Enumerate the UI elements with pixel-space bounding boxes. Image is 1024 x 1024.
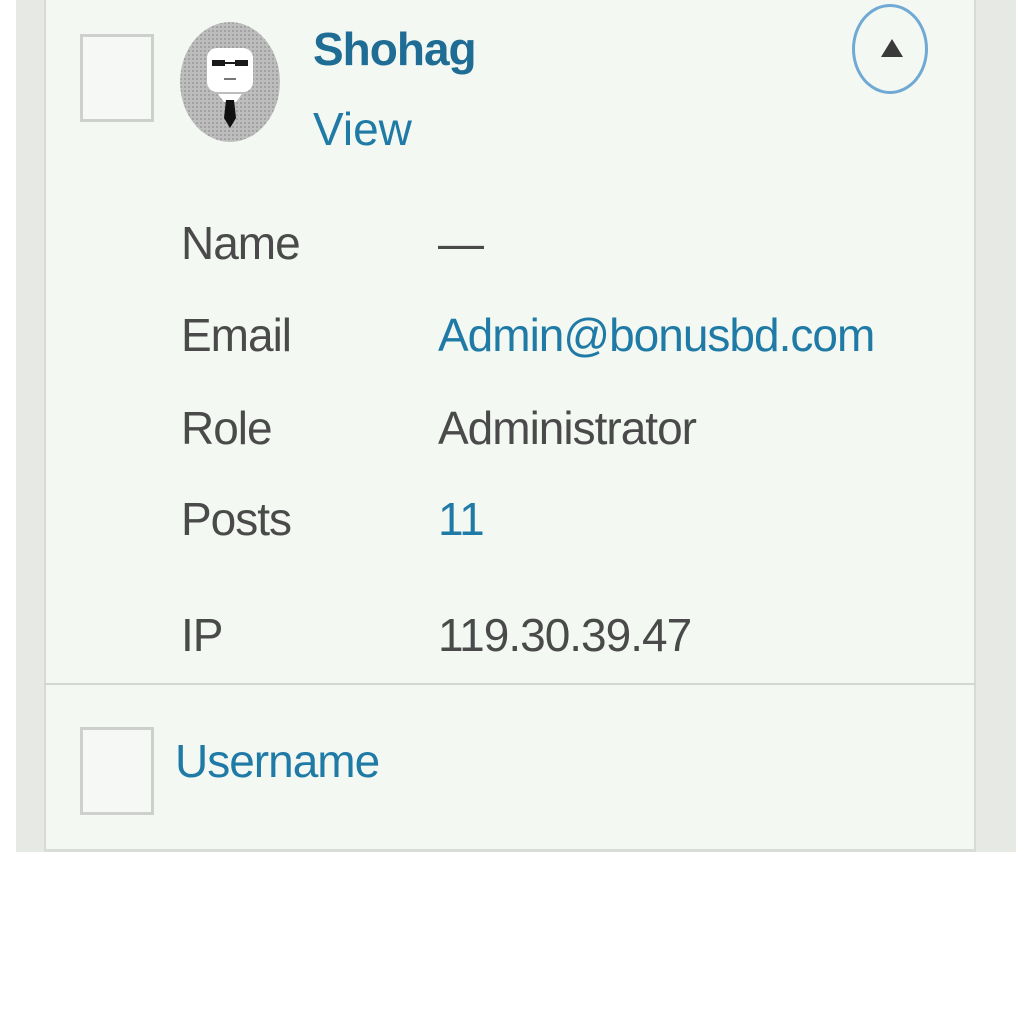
detail-value-posts[interactable]: 11 — [438, 492, 485, 546]
detail-value-role: Administrator — [438, 402, 697, 454]
username-link[interactable]: Shohag — [313, 22, 477, 76]
row-divider — [44, 683, 976, 685]
select-all-checkbox[interactable] — [80, 727, 154, 815]
detail-label-email: Email — [181, 309, 292, 361]
detail-value-name: — — [438, 217, 484, 269]
view-user-link[interactable]: View — [313, 102, 412, 156]
detail-label-ip: IP — [181, 609, 223, 661]
detail-value-email[interactable]: Admin@bonusbd.com — [438, 308, 875, 362]
caret-up-icon — [881, 39, 903, 57]
user-row-checkbox[interactable] — [80, 34, 154, 122]
toggle-row-button[interactable] — [852, 4, 928, 94]
detail-label-posts: Posts — [181, 493, 292, 545]
incognito-avatar-icon — [180, 22, 280, 142]
detail-value-ip: 119.30.39.47 — [438, 609, 692, 661]
table-bottom-border — [44, 849, 976, 852]
detail-label-role: Role — [181, 402, 273, 454]
detail-label-name: Name — [181, 217, 301, 269]
username-column-header[interactable]: Username — [175, 734, 380, 788]
